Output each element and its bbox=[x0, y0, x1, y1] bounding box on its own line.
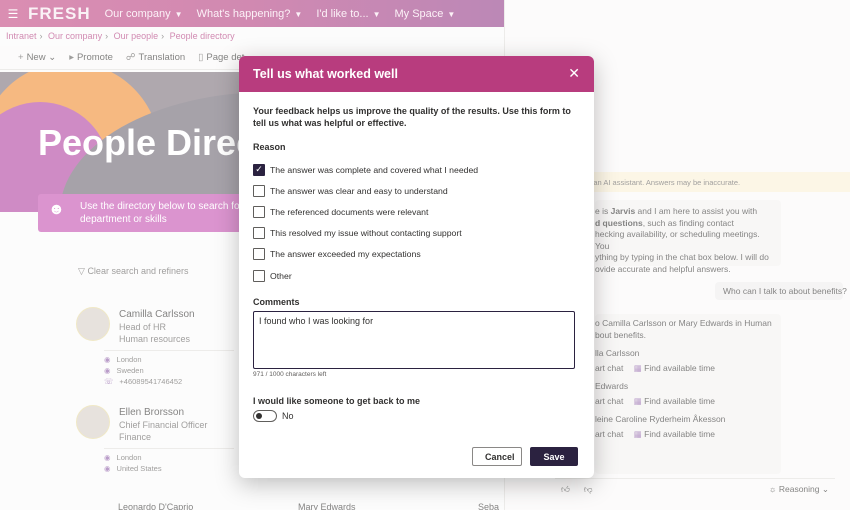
checkbox[interactable] bbox=[253, 184, 265, 197]
checkbox[interactable] bbox=[253, 269, 265, 282]
checkbox[interactable] bbox=[253, 248, 265, 261]
dialog-title: Tell us what worked well bbox=[253, 67, 398, 81]
close-icon[interactable]: ✕ bbox=[568, 65, 580, 82]
checkbox[interactable] bbox=[253, 205, 265, 218]
reason-option[interactable]: The referenced documents were relevant bbox=[253, 201, 580, 222]
comments-textarea[interactable]: I found who I was looking for bbox=[253, 311, 575, 370]
reason-option[interactable]: ✓ The answer was complete and covered wh… bbox=[253, 159, 580, 180]
checkbox[interactable] bbox=[253, 227, 265, 240]
dialog-header: Tell us what worked well ✕ bbox=[239, 56, 594, 92]
get-back-toggle[interactable] bbox=[253, 410, 277, 423]
save-button[interactable]: Save bbox=[530, 447, 578, 466]
reason-option[interactable]: This resolved my issue without contactin… bbox=[253, 223, 580, 244]
cancel-button[interactable]: Cancel bbox=[472, 447, 522, 466]
reason-label: Reason bbox=[253, 142, 286, 152]
reason-option[interactable]: The answer was clear and easy to underst… bbox=[253, 180, 580, 201]
dialog-intro: Your feedback helps us improve the quali… bbox=[253, 106, 571, 128]
reason-checkbox-list: ✓ The answer was complete and covered wh… bbox=[253, 159, 580, 286]
checkbox-checked[interactable]: ✓ bbox=[253, 163, 265, 176]
get-back-label: I would like someone to get back to me bbox=[253, 396, 421, 407]
feedback-dialog: Tell us what worked well ✕ Your feedback… bbox=[239, 56, 594, 478]
reason-option[interactable]: The answer exceeded my expectations bbox=[253, 244, 580, 265]
toggle-state-label: No bbox=[282, 411, 294, 422]
character-count: 971 / 1000 characters left bbox=[253, 371, 327, 379]
reason-option[interactable]: Other bbox=[253, 265, 580, 286]
comments-label: Comments bbox=[253, 297, 300, 308]
